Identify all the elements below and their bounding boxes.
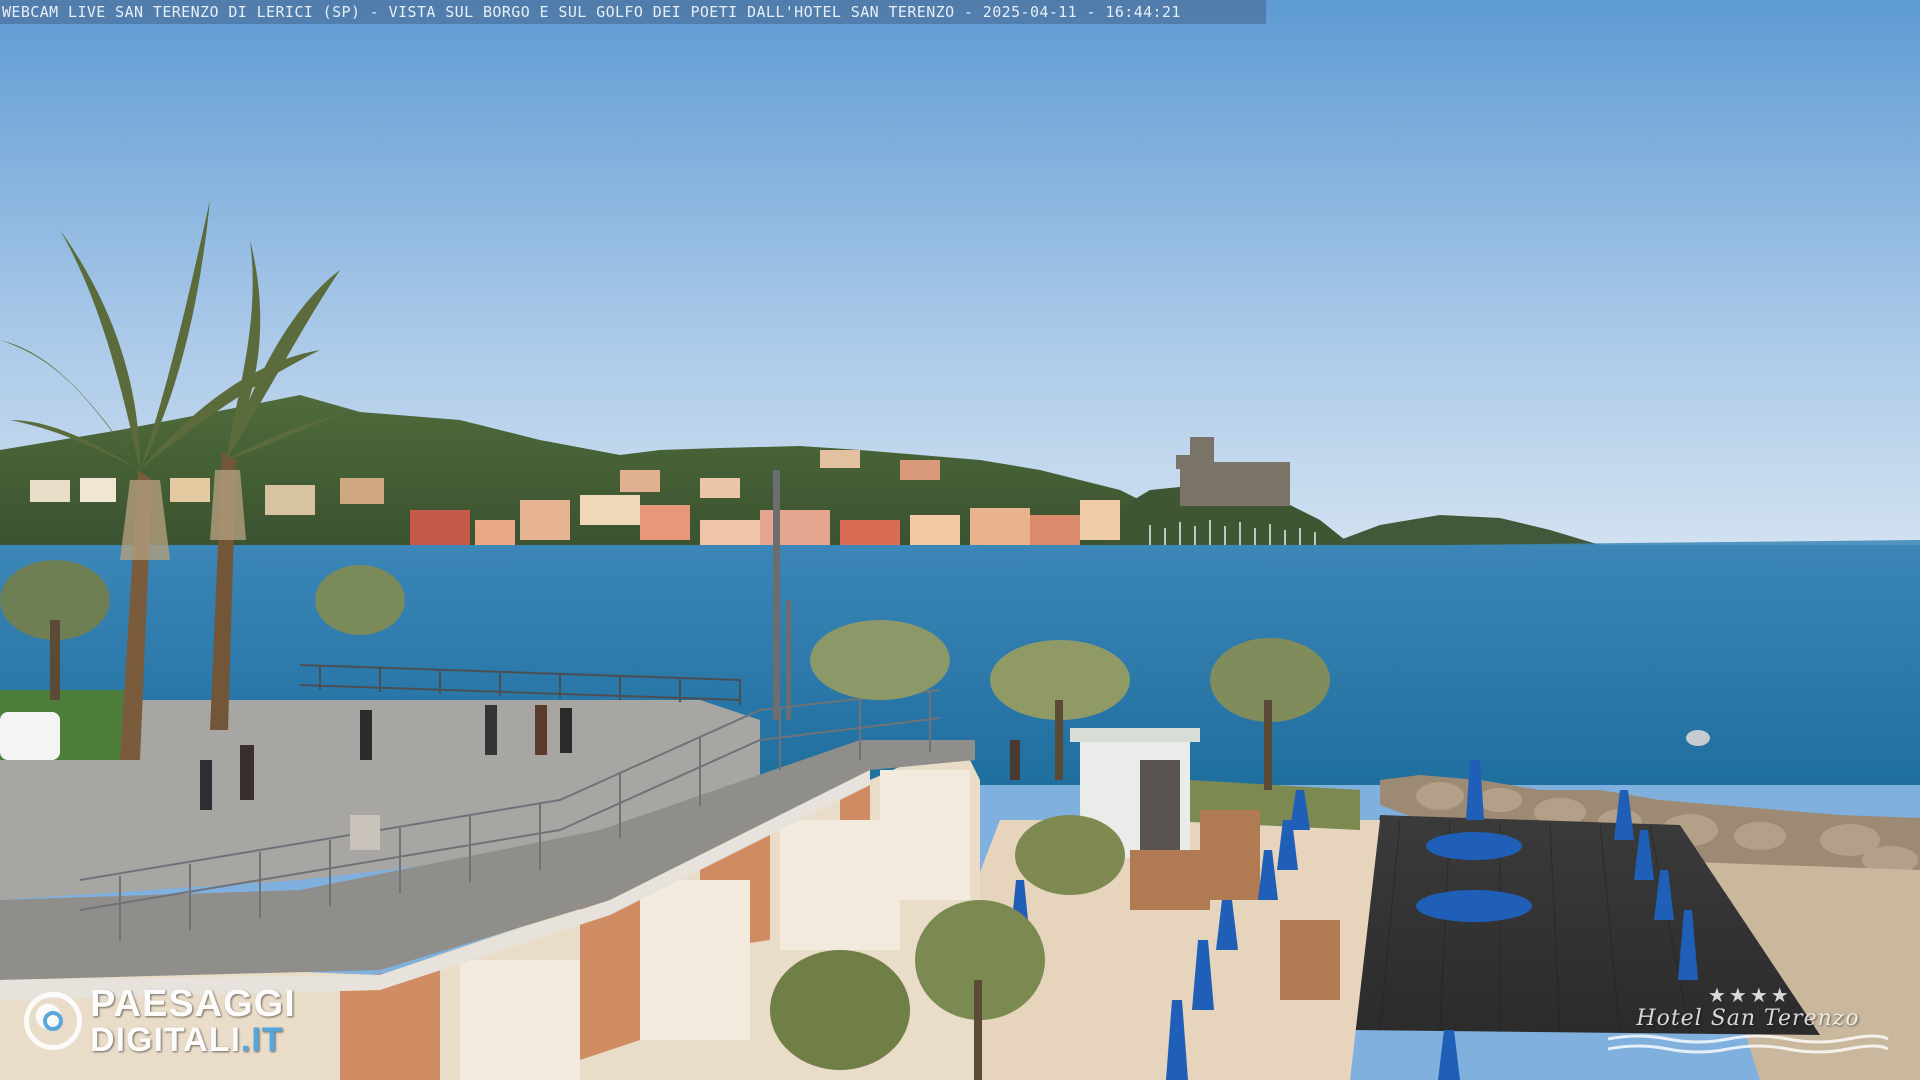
hotel-name: Hotel San Terenzo bbox=[1636, 1006, 1860, 1031]
webcam-title-overlay: WEBCAM LIVE SAN TERENZO DI LERICI (SP) -… bbox=[0, 0, 1266, 24]
paesaggi-logo-icon bbox=[24, 992, 82, 1050]
logo-line2: DIGITALI.IT bbox=[90, 1023, 296, 1057]
webcam-scene bbox=[0, 0, 1920, 1080]
paesaggi-digitali-logo: PAESAGGI DIGITALI.IT bbox=[24, 985, 334, 1057]
logo-line2-main: DIGITALI bbox=[90, 1021, 241, 1059]
seagull bbox=[1686, 730, 1710, 746]
hotel-stars: ★★★★ bbox=[1708, 983, 1792, 1007]
hotel-san-terenzo-logo: ★★★★ Hotel San Terenzo bbox=[1598, 985, 1898, 1065]
parked-car bbox=[0, 712, 60, 760]
logo-line1: PAESAGGI bbox=[90, 983, 296, 1025]
logo-line2-suffix: .IT bbox=[240, 1021, 284, 1059]
paesaggi-logo-text: PAESAGGI DIGITALI.IT bbox=[90, 985, 296, 1057]
hotel-waves-icon bbox=[1607, 1034, 1889, 1054]
